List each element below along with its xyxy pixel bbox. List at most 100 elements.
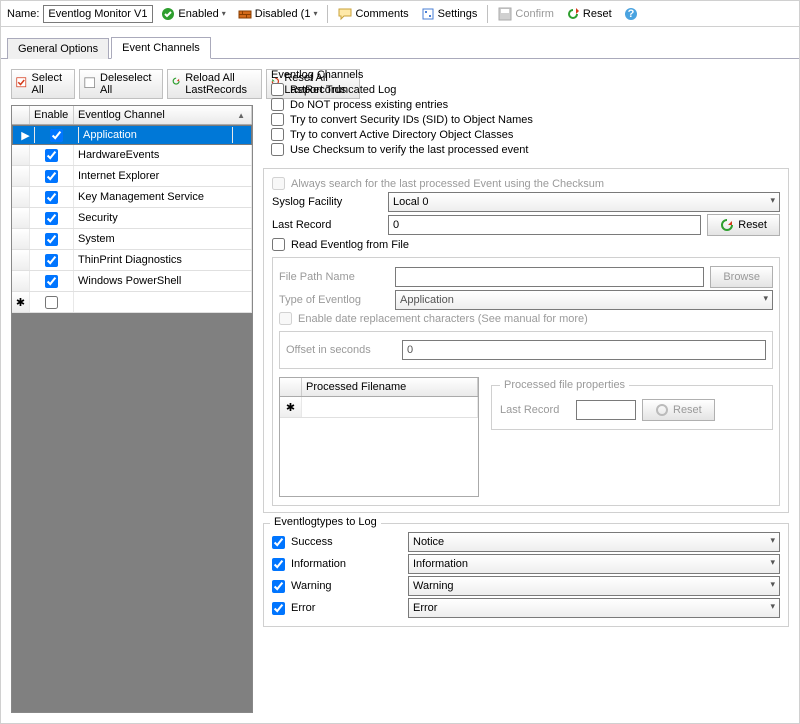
disabled-toggle[interactable]: Disabled (1 ▾ [234,6,322,22]
reset-top-button[interactable]: Reset [562,6,616,22]
props-last-input [576,400,636,420]
logtype-checkbox[interactable] [272,580,285,593]
help-icon: ? [624,7,638,21]
select-all-button[interactable]: Select All [11,69,75,99]
table-row[interactable]: ▶ Application [12,125,252,145]
sid-option[interactable]: Try to convert Security IDs (SID) to Obj… [271,113,533,126]
row-enable-checkbox[interactable] [45,233,58,246]
logtype-checkbox[interactable] [272,536,285,549]
table-row[interactable]: Windows PowerShell [12,271,252,292]
deselect-all-button[interactable]: Deleselect All [79,69,163,99]
last-record-input[interactable] [388,215,701,235]
row-channel-cell[interactable]: Security [74,208,252,228]
checksum-option[interactable]: Use Checksum to verify the last processe… [271,143,528,156]
row-marker [12,208,30,228]
svg-text:?: ? [627,8,634,20]
row-enable-checkbox[interactable] [45,191,58,204]
row-channel-cell[interactable]: ThinPrint Diagnostics [74,250,252,270]
row-channel-cell[interactable]: Key Management Service [74,187,252,207]
noprocess-checkbox[interactable] [271,98,284,111]
help-button[interactable]: ? [620,6,642,22]
reload-all-button[interactable]: Reload All LastRecords [167,69,262,99]
row-enable-checkbox[interactable] [45,212,58,225]
logtype-select[interactable] [408,532,780,552]
reset-top-label: Reset [583,8,612,20]
reload-icon [172,77,180,91]
row-marker [12,229,30,249]
last-record-label: Last Record [272,219,382,231]
props-reset-button: Reset [642,399,715,421]
row-marker [12,166,30,186]
logtype-checkbox[interactable] [272,602,285,615]
tab-channels[interactable]: Event Channels [111,37,211,59]
grid-new-row[interactable]: ✱ [12,292,252,313]
settings-button[interactable]: Settings [417,6,482,22]
read-from-file-option[interactable]: Read Eventlog from File [272,238,409,251]
row-enable-checkbox[interactable] [45,275,58,288]
tab-general[interactable]: General Options [7,38,109,59]
brick-icon [238,7,252,21]
logtype-option[interactable]: Information [272,558,402,571]
comment-icon [338,7,352,21]
truncated-option[interactable]: Report Truncated Log [271,83,396,96]
sort-asc-icon: ▲ [237,111,245,120]
enabled-toggle[interactable]: Enabled ▾ [157,6,229,22]
new-row-enable-checkbox[interactable] [45,296,58,309]
grid-header: Enable Eventlog Channel▲ [12,106,252,125]
logtype-option[interactable]: Warning [272,580,402,593]
filepath-input [395,267,704,287]
read-from-file-checkbox[interactable] [272,238,285,251]
row-channel-cell[interactable]: Windows PowerShell [74,271,252,291]
grid-header-enable[interactable]: Enable [30,106,74,124]
table-row[interactable]: Internet Explorer [12,166,252,187]
always-search-option: Always search for the last processed Eve… [272,177,604,190]
disabled-label: Disabled (1 [255,8,311,20]
reload-all-label: Reload All LastRecords [185,72,252,96]
deselect-all-label: Deleselect All [100,72,154,96]
table-row[interactable]: Security [12,208,252,229]
syslog-facility-select[interactable] [388,192,780,212]
refresh-icon [566,7,580,21]
always-search-checkbox [272,177,285,190]
browse-button: Browse [710,266,773,288]
row-channel-cell[interactable]: Application [79,127,233,143]
logtype-select[interactable] [408,554,780,574]
grid-header-marker [12,106,30,124]
row-enable-checkbox[interactable] [45,170,58,183]
row-channel-cell[interactable]: System [74,229,252,249]
sid-checkbox[interactable] [271,113,284,126]
row-marker [12,271,30,291]
row-enable-checkbox[interactable] [45,149,58,162]
adoc-checkbox[interactable] [271,128,284,141]
comments-button[interactable]: Comments [334,6,412,22]
logtype-option[interactable]: Success [272,536,402,549]
table-row[interactable]: ThinPrint Diagnostics [12,250,252,271]
logtype-select[interactable] [408,576,780,596]
confirm-button[interactable]: Confirm [494,6,558,22]
offset-input [402,340,766,360]
last-record-reset-button[interactable]: Reset [707,214,780,236]
logtype-select[interactable] [408,598,780,618]
processed-header[interactable]: Processed Filename [302,378,478,396]
save-icon [498,7,512,21]
enable-date-option: Enable date replacement characters (See … [279,312,588,325]
noprocess-option[interactable]: Do NOT process existing entries [271,98,448,111]
check-circle-icon [161,7,175,21]
processed-new-row[interactable]: ✱ [280,397,478,418]
checksum-checkbox[interactable] [271,143,284,156]
table-row[interactable]: System [12,229,252,250]
checkbox-empty-icon [84,77,95,91]
row-channel-cell[interactable]: HardwareEvents [74,145,252,165]
adoc-option[interactable]: Try to convert Active Directory Object C… [271,128,513,141]
row-channel-cell[interactable]: Internet Explorer [74,166,252,186]
row-enable-checkbox[interactable] [45,254,58,267]
table-row[interactable]: HardwareEvents [12,145,252,166]
name-input[interactable] [43,5,153,23]
table-row[interactable]: Key Management Service [12,187,252,208]
grid-header-channel[interactable]: Eventlog Channel▲ [74,106,252,124]
row-enable-checkbox[interactable] [50,129,63,142]
type-select [395,290,773,310]
truncated-checkbox[interactable] [271,83,284,96]
logtype-checkbox[interactable] [272,558,285,571]
logtype-option[interactable]: Error [272,602,402,615]
